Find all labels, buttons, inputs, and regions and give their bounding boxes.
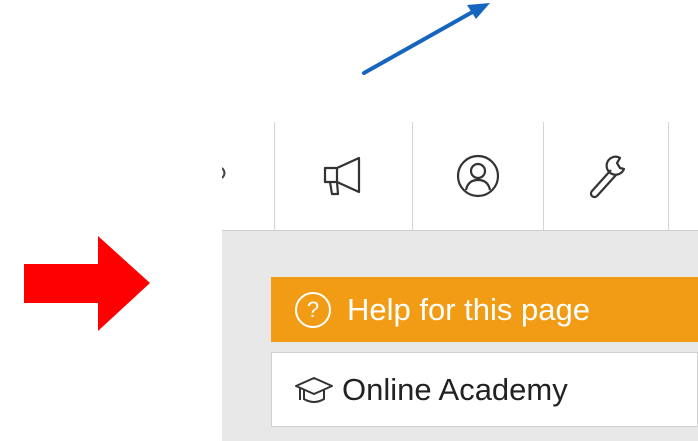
cropped-icon-fragment <box>222 167 226 179</box>
question-circle-icon: ? <box>295 291 331 328</box>
blue-annotation-arrow <box>362 8 478 75</box>
help-label: Help for this page <box>347 291 590 327</box>
red-annotation-arrow <box>24 236 150 331</box>
app-panel: ? Help for this page Online Academy <box>222 122 698 441</box>
user-circle-icon <box>456 154 500 198</box>
toolbar-divider <box>668 122 669 230</box>
online-academy-link[interactable]: Online Academy <box>271 352 698 427</box>
help-for-this-page-button[interactable]: ? Help for this page <box>271 277 698 342</box>
profile-button[interactable] <box>413 122 543 230</box>
graduation-cap-icon <box>294 374 334 406</box>
top-toolbar <box>222 122 698 231</box>
settings-button[interactable] <box>544 122 668 230</box>
megaphone-icon <box>323 156 360 196</box>
announcements-button[interactable] <box>275 122 412 230</box>
academy-label: Online Academy <box>342 371 568 407</box>
wrench-icon <box>589 155 626 199</box>
